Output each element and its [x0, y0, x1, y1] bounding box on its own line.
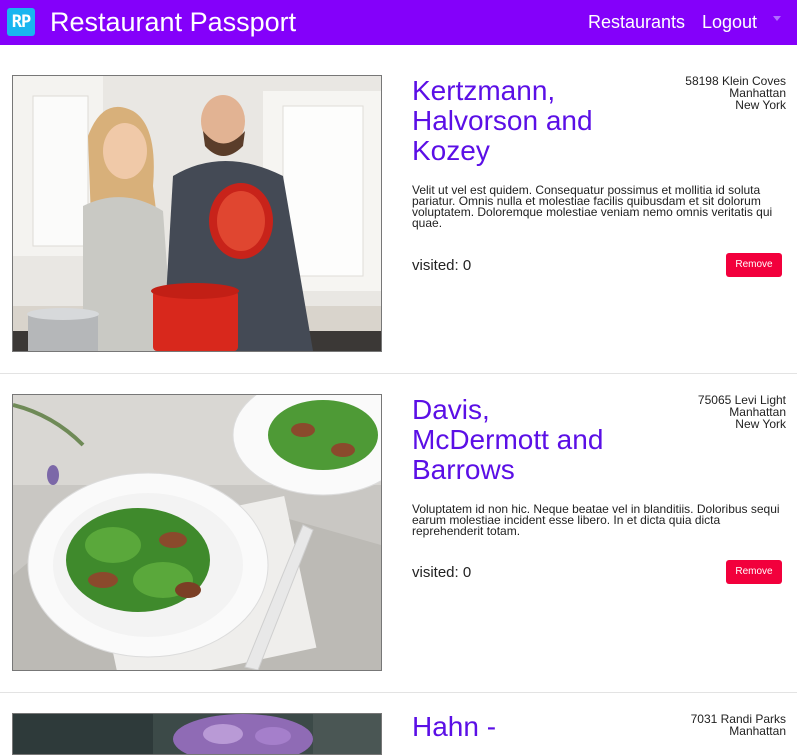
restaurant-address: 75065 Levi Light Manhattan New York [586, 394, 786, 430]
nav-logout-link[interactable]: Logout [702, 11, 757, 33]
top-navbar: RP Restaurant Passport Restaurants Logou… [0, 0, 797, 45]
address-state: New York [735, 98, 786, 112]
restaurant-photo-couple-cooking [12, 75, 382, 352]
restaurant-name[interactable]: Davis, McDermott and Barrows [412, 395, 612, 485]
card-divider [0, 373, 797, 374]
remove-button[interactable]: Remove [726, 253, 782, 277]
remove-button[interactable]: Remove [726, 560, 782, 584]
visited-count: visited: 0 [412, 564, 472, 581]
app-logo[interactable]: RP [7, 8, 35, 36]
visited-count: visited: 0 [412, 257, 472, 274]
couple-cooking-image [13, 76, 381, 351]
flowers-image [13, 714, 381, 754]
restaurant-address: 58198 Klein Coves Manhattan New York [586, 75, 786, 111]
salad-plate-image [13, 395, 381, 670]
restaurant-name[interactable]: Kertzmann, Halvorson and Kozey [412, 76, 612, 166]
restaurant-photo-salad [12, 394, 382, 671]
nav-restaurants-link[interactable]: Restaurants [588, 11, 685, 33]
restaurant-address: 7031 Randi Parks Manhattan [586, 713, 786, 737]
dropdown-caret-icon[interactable] [773, 16, 781, 21]
app-title[interactable]: Restaurant Passport [50, 6, 296, 38]
restaurant-description: Voluptatem id non hic. Neque beatae vel … [412, 502, 780, 538]
address-city: Manhattan [729, 724, 786, 738]
restaurant-name[interactable]: Hahn - [412, 712, 612, 742]
restaurant-description: Velit ut vel est quidem. Consequatur pos… [412, 183, 773, 230]
card-divider [0, 692, 797, 693]
restaurant-photo-flowers [12, 713, 382, 755]
address-state: New York [735, 417, 786, 431]
